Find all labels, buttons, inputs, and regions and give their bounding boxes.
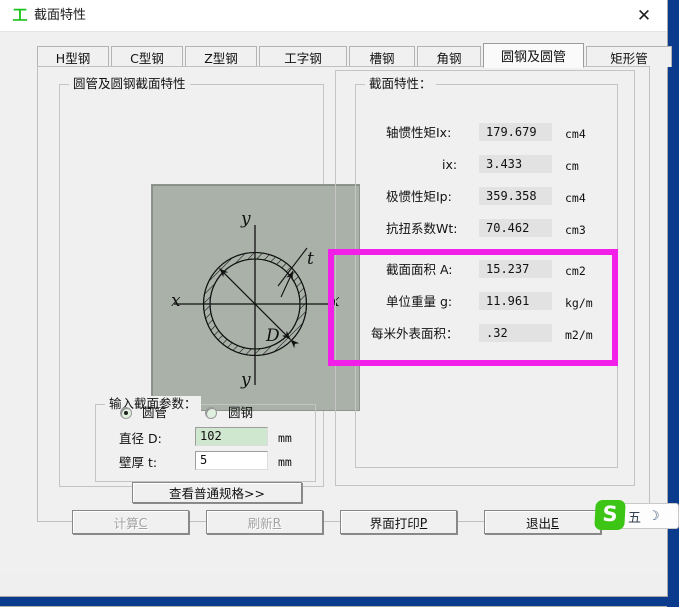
label-ix-radius: ix: [442, 157, 458, 172]
input-diameter[interactable]: 102 [195, 427, 268, 446]
dimension-label-t: t [307, 249, 314, 269]
tab-z-section[interactable]: Z型钢 [185, 46, 257, 67]
tab-rect-tube[interactable]: 矩形管 [586, 46, 672, 67]
label-thickness: 壁厚 t: [119, 455, 158, 470]
calculate-button[interactable]: 计算 C [72, 510, 189, 534]
exit-button-label: 退出 [526, 515, 552, 531]
unit-area: cm2 [565, 264, 586, 278]
value-area: 15.237 [479, 260, 552, 278]
close-icon[interactable]: ✕ [621, 0, 667, 31]
sogou-logo-icon[interactable]: S [594, 500, 626, 530]
unit-unit-weight: kg/m [565, 296, 593, 310]
value-ix-moment: 179.679 [479, 123, 552, 141]
radio-label-round-bar[interactable]: 圆钢 [228, 405, 253, 421]
unit-ix-radius: cm [565, 159, 579, 173]
value-surface-area-per-meter: .32 [479, 324, 552, 342]
unit-ix-moment: cm4 [565, 127, 586, 141]
tab-channel[interactable]: 槽钢 [349, 46, 415, 67]
client-area: H型钢 C型钢 Z型钢 工字钢 槽钢 角钢 圆钢及圆管 矩形管 圆管及圆钢截面特… [0, 32, 672, 607]
tab-angle[interactable]: 角钢 [417, 46, 481, 67]
refresh-button[interactable]: 刷新 R [206, 510, 323, 534]
tab-h-section[interactable]: H型钢 [37, 46, 109, 67]
pipe-cross-section-svg [174, 225, 337, 385]
label-unit-weight: 单位重量 g: [386, 294, 453, 309]
unit-thickness: mm [278, 455, 292, 469]
print-screen-button-label: 界面打印 [369, 515, 420, 531]
input-thickness[interactable]: 5 [195, 451, 268, 470]
label-area: 截面面积 A: [386, 262, 453, 277]
left-group-label: 圆管及圆钢截面特性 [69, 76, 190, 91]
calculate-button-label: 计算 [113, 515, 139, 531]
unit-diameter: mm [278, 431, 292, 445]
tab-c-section[interactable]: C型钢 [111, 46, 183, 67]
refresh-button-label: 刷新 [247, 515, 273, 531]
print-screen-button-accel: P [419, 514, 428, 530]
unit-wt-torsion: cm3 [565, 223, 586, 237]
exit-button-accel: E [551, 514, 559, 530]
refresh-button-accel: R [272, 514, 282, 530]
print-screen-button[interactable]: 界面打印 P [340, 510, 457, 534]
ime-mode-label[interactable]: 五 [628, 507, 641, 526]
application-window: 工 截面特性 ✕ H型钢 C型钢 Z型钢 工字钢 槽钢 角钢 圆钢及圆管 矩形管… [0, 0, 672, 607]
tab-strip: H型钢 C型钢 Z型钢 工字钢 槽钢 角钢 圆钢及圆管 矩形管 [37, 43, 672, 68]
tab-i-beam[interactable]: 工字钢 [259, 46, 347, 67]
view-standard-specs-button[interactable]: 查看普通规格>> [132, 482, 302, 503]
radio-label-round-pipe[interactable]: 圆管 [142, 405, 167, 421]
label-ix-moment: 轴惯性矩Ix: [386, 125, 452, 140]
label-surface-area-per-meter: 每米外表面积： [371, 326, 459, 341]
tab-round-bar-and-pipe[interactable]: 圆钢及圆管 [483, 43, 584, 68]
label-diameter: 直径 D: [119, 431, 162, 446]
ibeam-icon: 工 [12, 6, 28, 24]
axis-label-x-left: x [171, 291, 181, 311]
value-wt-torsion: 70.462 [479, 219, 552, 237]
axis-label-y-top: y [241, 209, 251, 229]
ime-toolbar[interactable]: S 五 ☽ [594, 500, 679, 530]
label-wt-torsion: 抗扭系数Wt: [386, 221, 458, 236]
value-unit-weight: 11.961 [479, 292, 552, 310]
section-diagram: y y x x t D [151, 184, 360, 411]
label-ip-polar: 极惯性矩Ip: [386, 189, 452, 204]
desktop-background: 工 截面特性 ✕ H型钢 C型钢 Z型钢 工字钢 槽钢 角钢 圆钢及圆管 矩形管… [0, 0, 679, 607]
value-ip-polar: 359.358 [479, 187, 552, 205]
unit-surface-area-per-meter: m2/m [565, 328, 593, 342]
dimension-label-d: D [266, 326, 280, 346]
exit-button[interactable]: 退出 E [484, 510, 601, 534]
radio-round-pipe[interactable] [120, 407, 132, 419]
axis-label-y-bottom: y [241, 370, 251, 390]
radio-round-bar[interactable] [205, 407, 217, 419]
unit-ip-polar: cm4 [565, 191, 586, 205]
tab-page-round-bar-and-pipe: 圆管及圆钢截面特性 y y x x t D 输入截面参数： 圆管 圆钢 直径 D… [37, 66, 650, 522]
calculate-button-accel: C [138, 514, 148, 530]
title-bar: 工 截面特性 ✕ [0, 0, 667, 32]
window-title: 截面特性 [34, 8, 87, 23]
value-ix-radius: 3.433 [479, 155, 552, 173]
moon-icon[interactable]: ☽ [648, 508, 660, 524]
section-properties-label: 截面特性： [365, 76, 436, 91]
